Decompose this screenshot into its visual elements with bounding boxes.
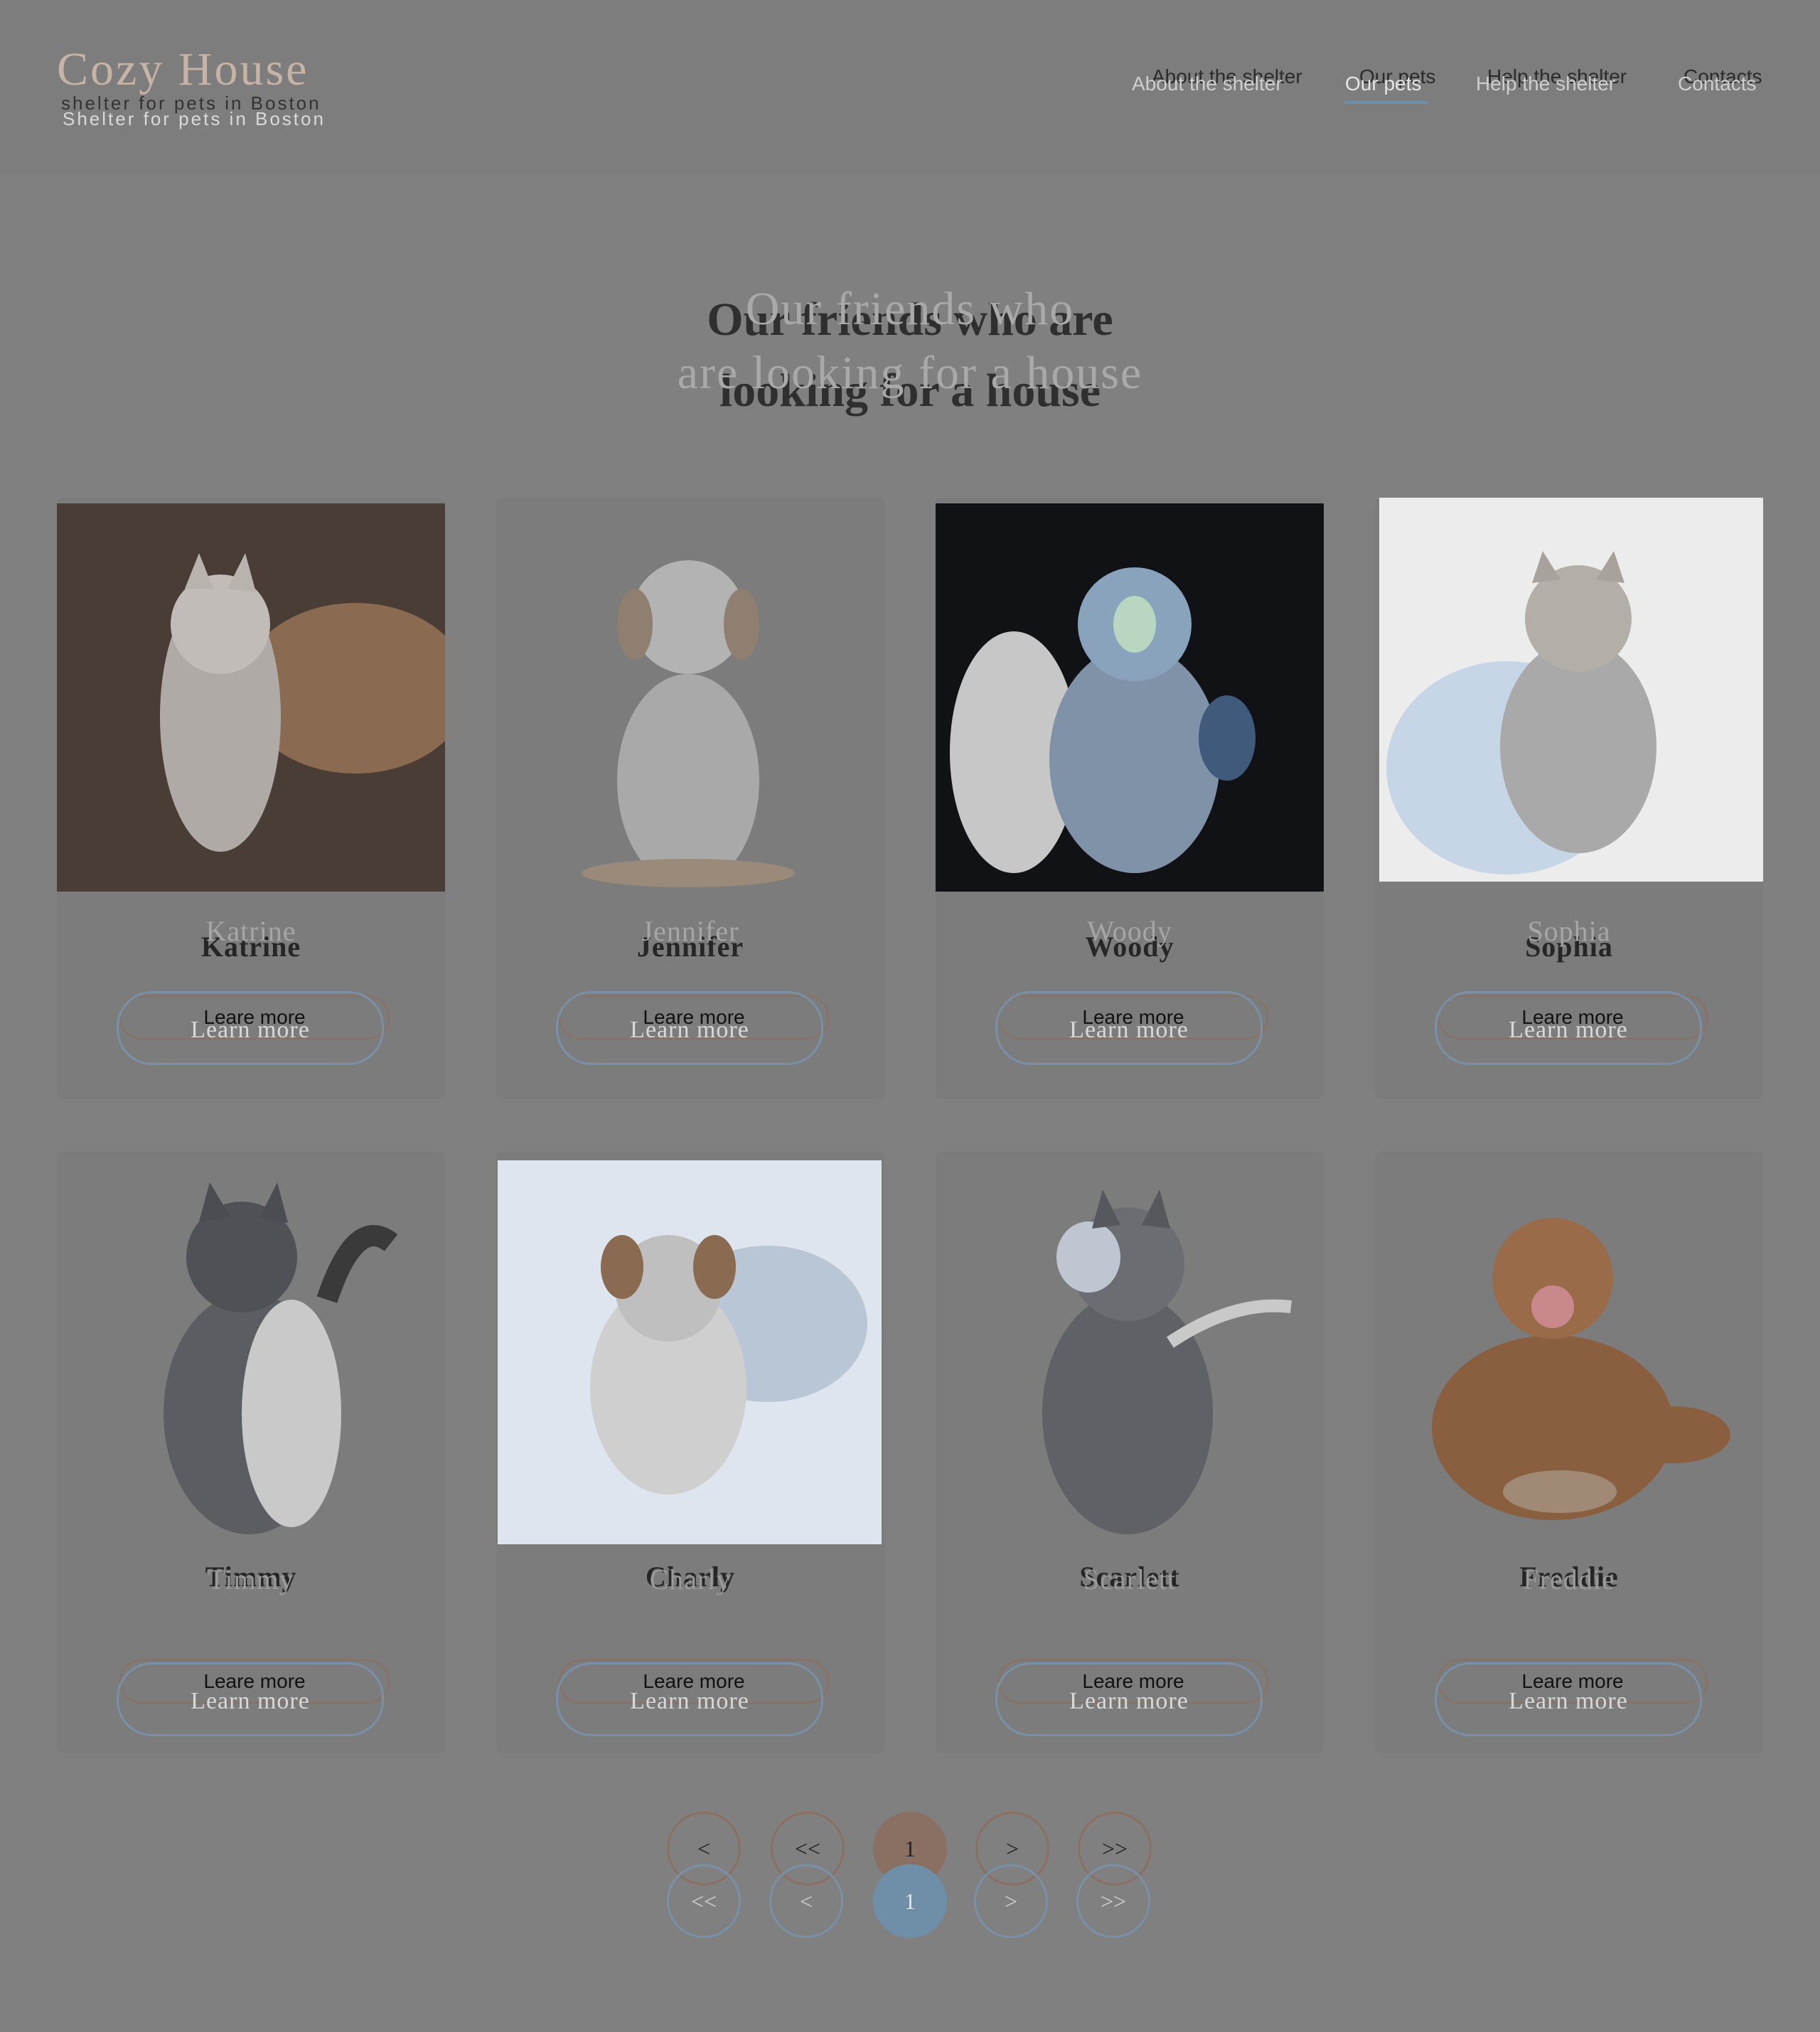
nav-pets[interactable]: Our pets bbox=[1345, 73, 1421, 95]
pet-name: Katrine bbox=[205, 915, 296, 947]
pet-photo bbox=[57, 503, 445, 892]
heading-front-line1: Our friends who bbox=[745, 283, 1075, 335]
page-first-button[interactable]: << bbox=[667, 1864, 741, 1938]
pet-photo bbox=[57, 1157, 445, 1546]
main-nav: About the shelter Our pets Help the shel… bbox=[1109, 65, 1777, 108]
nav-active-underline bbox=[1344, 101, 1428, 104]
pet-name: Woody bbox=[1087, 915, 1172, 947]
learn-more-button[interactable]: Learn more bbox=[556, 1662, 823, 1736]
pet-photo bbox=[936, 503, 1324, 892]
pet-name: Charly bbox=[649, 1563, 732, 1595]
page-next-button[interactable]: > bbox=[974, 1864, 1048, 1938]
learn-more-button[interactable]: Learn more bbox=[995, 991, 1263, 1065]
page-prev-button[interactable]: < bbox=[769, 1864, 843, 1938]
pet-card[interactable]: Scarlett Scarlett Leare more Learn more bbox=[936, 1152, 1324, 1753]
pet-name: Timmy bbox=[208, 1563, 294, 1595]
pet-name: Freddie bbox=[1523, 1563, 1615, 1595]
nav-help[interactable]: Help the shelter bbox=[1476, 73, 1615, 95]
learn-more-button[interactable]: Learn more bbox=[995, 1662, 1263, 1736]
page-current: 1 bbox=[873, 1864, 947, 1938]
page-last-button[interactable]: >> bbox=[1076, 1864, 1150, 1938]
pet-name: Jennifer bbox=[641, 915, 739, 947]
pet-photo bbox=[1379, 498, 1763, 882]
learn-more-button[interactable]: Learn more bbox=[1435, 1662, 1702, 1736]
pet-card[interactable]: Sophia Sophia Leare more Learn more bbox=[1375, 498, 1763, 1099]
pet-card[interactable]: Woody Woody Leare more Learn more bbox=[936, 498, 1324, 1099]
pet-name: Scarlett bbox=[1083, 1563, 1177, 1595]
site-header: Cozy House shelter for pets in Boston Sh… bbox=[0, 0, 1820, 172]
learn-more-button[interactable]: Learn more bbox=[1435, 991, 1702, 1065]
page-heading: Our friends who are looking for a house bbox=[0, 277, 1820, 405]
pet-photo bbox=[936, 1157, 1324, 1546]
pet-name: Sophia bbox=[1527, 915, 1611, 947]
pet-photo bbox=[496, 503, 884, 892]
nav-contacts[interactable]: Contacts bbox=[1678, 73, 1757, 95]
heading-front-line2: are looking for a house bbox=[677, 347, 1143, 399]
pet-card[interactable]: Katrine Katrine Leare more Learn more bbox=[57, 498, 445, 1099]
header-divider bbox=[0, 172, 1820, 173]
pet-card[interactable]: Charly Charly Leare more Learn more bbox=[496, 1152, 884, 1753]
pet-card[interactable]: Jennifer Jennifer Leare more Learn more bbox=[496, 498, 884, 1099]
pet-photo bbox=[498, 1160, 882, 1544]
pet-photo bbox=[1375, 1157, 1763, 1546]
nav-about[interactable]: About the shelter bbox=[1132, 73, 1283, 95]
learn-more-button[interactable]: Learn more bbox=[117, 1662, 384, 1736]
learn-more-button[interactable]: Learn more bbox=[556, 991, 823, 1065]
logo-title[interactable]: Cozy House bbox=[57, 43, 309, 97]
learn-more-button[interactable]: Learn more bbox=[117, 991, 384, 1065]
pet-card[interactable]: Timmy Timmy Leare more Learn more bbox=[57, 1152, 445, 1753]
logo-tagline-front: Shelter for pets in Boston bbox=[63, 108, 326, 129]
pet-card[interactable]: Freddie Freddie Leare more Learn more bbox=[1375, 1152, 1763, 1753]
